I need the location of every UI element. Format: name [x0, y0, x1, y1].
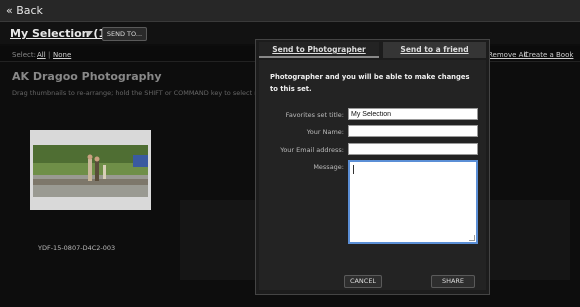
select-none-link[interactable]: None	[53, 51, 71, 59]
send-dialog: Send to Photographer Send to a friend Ph…	[255, 39, 490, 295]
selection-dropdown[interactable]: My Selection (1)	[10, 27, 111, 40]
tab-label: Send to a friend	[400, 45, 469, 54]
select-all-link[interactable]: All	[37, 51, 46, 59]
send-to-button[interactable]: SEND TO...	[102, 27, 147, 41]
chevron-down-icon[interactable]	[85, 31, 93, 36]
text-cursor	[353, 165, 354, 174]
photo-caption: YDF-15-0807-D4C2-003	[38, 244, 116, 252]
back-link[interactable]: « Back	[6, 4, 43, 17]
tab-send-to-photographer[interactable]: Send to Photographer	[259, 42, 379, 58]
share-button[interactable]: SHARE	[431, 275, 475, 288]
photo-thumbnail[interactable]	[30, 130, 151, 210]
set-title-label: Favorites set title:	[285, 111, 344, 119]
top-bar: « Back	[0, 0, 580, 22]
select-separator: |	[48, 51, 51, 59]
gallery-instructions: Drag thumbnails to re-arrange; hold the …	[12, 89, 261, 97]
cancel-button[interactable]: CANCEL	[344, 275, 382, 288]
dialog-intro: Photographer and you will be able to mak…	[270, 73, 470, 93]
message-textarea[interactable]	[348, 160, 478, 244]
remove-all-link[interactable]: Remove All	[488, 51, 527, 59]
background-panel	[490, 200, 570, 280]
create-book-link[interactable]: Create a Book	[524, 51, 573, 59]
tab-send-to-friend[interactable]: Send to a friend	[383, 42, 486, 58]
select-label: Select:	[12, 51, 36, 59]
background-panel	[180, 200, 255, 280]
name-input[interactable]	[348, 125, 478, 137]
name-label: Your Name:	[306, 128, 344, 136]
tab-label: Send to Photographer	[272, 45, 366, 54]
email-label: Your Email address:	[280, 146, 344, 154]
photo-image	[33, 145, 148, 197]
gallery-title: AK Dragoo Photography	[12, 70, 162, 83]
resize-grip-icon[interactable]	[469, 235, 475, 241]
message-label: Message:	[313, 163, 344, 171]
email-input[interactable]	[348, 143, 478, 155]
set-title-input[interactable]	[348, 108, 478, 120]
